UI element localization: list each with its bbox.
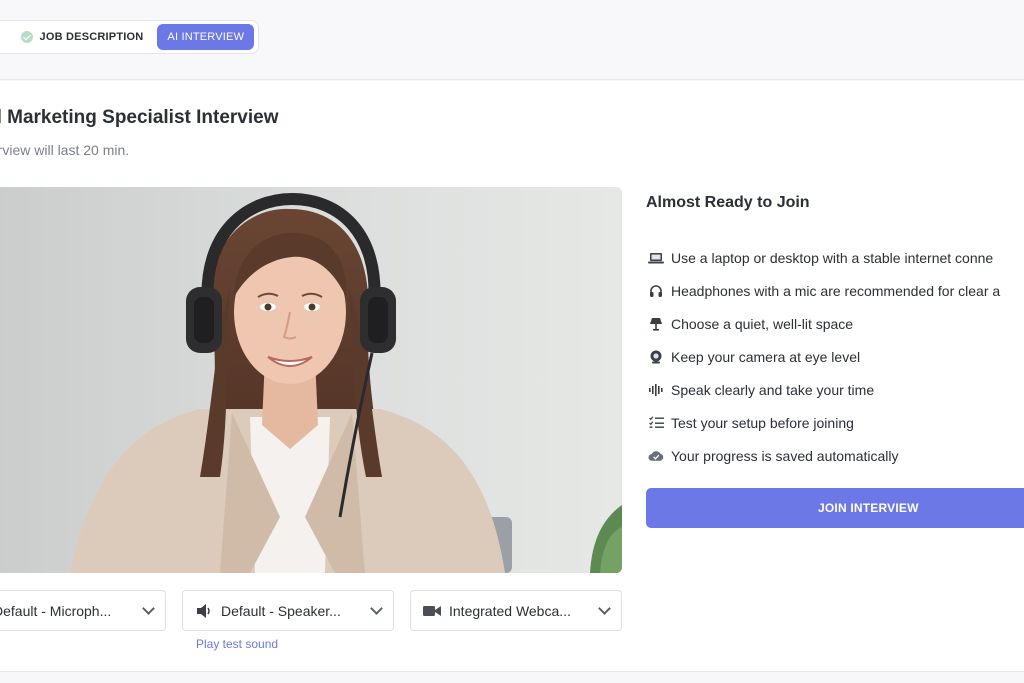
step-bar: E JOB DESCRIPTION AI INTERVIEW	[0, 0, 1024, 80]
camera-icon	[423, 603, 441, 619]
chevron-down-icon	[370, 601, 383, 615]
chevron-down-icon	[598, 601, 611, 615]
tip-item: Speak clearly and take your time	[648, 373, 1024, 406]
speaker-select[interactable]: Default - Speaker...	[182, 590, 394, 631]
tip-item: Choose a quiet, well-lit space	[648, 307, 1024, 340]
checklist-icon	[648, 415, 664, 431]
tips-list: Use a laptop or desktop with a stable in…	[648, 241, 1024, 472]
tip-item: Headphones with a mic are recommended fo…	[648, 274, 1024, 307]
tip-text: Choose a quiet, well-lit space	[671, 315, 854, 332]
join-interview-button[interactable]: JOIN INTERVIEW	[646, 488, 1024, 528]
tip-text: Test your setup before joining	[671, 414, 854, 431]
tip-text: Speak clearly and take your time	[671, 381, 875, 398]
ready-title: Almost Ready to Join	[646, 194, 810, 211]
tip-text: Headphones with a mic are recommended fo…	[671, 282, 1001, 299]
tip-text: Keep your camera at eye level	[671, 348, 861, 365]
tip-item: Keep your camera at eye level	[648, 340, 1024, 373]
step-job-description-label: JOB DESCRIPTION	[39, 31, 144, 43]
tip-text: Use a laptop or desktop with a stable in…	[671, 249, 994, 266]
step-previous[interactable]: E	[0, 24, 11, 50]
speaker-icon	[195, 603, 213, 619]
camera-select-value: Integrated Webca...	[449, 602, 571, 619]
speaker-select-value: Default - Speaker...	[221, 602, 341, 619]
camera-preview	[0, 187, 622, 573]
tip-item: Your progress is saved automatically	[648, 439, 1024, 472]
microphone-select-value: Default - Microph...	[0, 602, 112, 619]
headphones-icon	[648, 283, 664, 299]
tip-item: Test your setup before joining	[648, 406, 1024, 439]
lamp-icon	[648, 316, 664, 332]
tip-item: Use a laptop or desktop with a stable in…	[648, 241, 1024, 274]
play-test-sound-link[interactable]: Play test sound	[196, 637, 278, 651]
step-job-description[interactable]: JOB DESCRIPTION	[11, 24, 154, 50]
step-ai-interview-label: AI INTERVIEW	[167, 31, 245, 43]
camera-select[interactable]: Integrated Webca...	[410, 590, 622, 631]
step-ai-interview[interactable]: AI INTERVIEW	[157, 24, 255, 50]
page-subtitle: terview will last 20 min.	[0, 142, 130, 158]
tip-text: Your progress is saved automatically	[671, 447, 899, 464]
main-panel: al Marketing Specialist Interview tervie…	[0, 81, 1024, 671]
page-title: al Marketing Specialist Interview	[0, 107, 279, 128]
audio-wave-icon	[648, 382, 664, 398]
chevron-down-icon	[142, 601, 155, 615]
webcam-icon	[648, 349, 664, 365]
step-tabs: E JOB DESCRIPTION AI INTERVIEW	[0, 20, 260, 54]
check-circle-icon	[20, 31, 33, 43]
camera-preview-image	[0, 187, 622, 573]
microphone-select[interactable]: Default - Microph...	[0, 590, 166, 631]
cloud-check-icon	[648, 448, 664, 464]
bottom-bar	[0, 671, 1024, 683]
laptop-icon	[648, 250, 664, 266]
